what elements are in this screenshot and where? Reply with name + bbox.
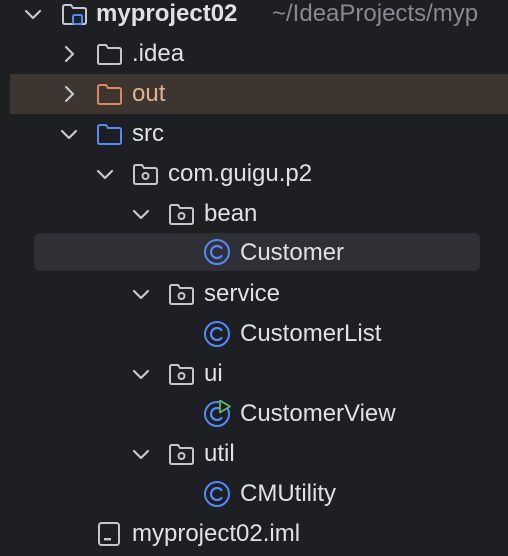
package-icon	[133, 164, 158, 185]
chevron-down-icon[interactable]	[94, 163, 116, 185]
tree-row-cm-utility[interactable]: CMUtility	[0, 474, 508, 514]
module-file-icon	[98, 522, 120, 546]
node-label-service: service	[204, 280, 281, 307]
package-icon	[169, 284, 194, 305]
project-path: ~/IdeaProjects/myp	[272, 0, 479, 27]
class-icon	[204, 239, 230, 265]
project-tree: myproject02 ~/IdeaProjects/myp .idea out…	[0, 0, 508, 556]
tree-row-customer-view[interactable]: CustomerView	[0, 394, 508, 434]
tree-row-src[interactable]: src	[0, 114, 508, 154]
package-icon	[169, 204, 194, 225]
module-folder-icon	[62, 4, 87, 25]
excluded-folder-icon	[97, 84, 122, 105]
node-label-package: com.guigu.p2	[168, 160, 313, 187]
node-label-customer-view: CustomerView	[240, 400, 396, 427]
chevron-down-icon[interactable]	[130, 363, 152, 385]
tree-row-out[interactable]: out	[10, 74, 508, 114]
chevron-down-icon[interactable]	[130, 443, 152, 465]
node-label-idea: .idea	[132, 40, 185, 67]
chevron-down-icon[interactable]	[130, 283, 152, 305]
node-label-customer-list: CustomerList	[240, 320, 382, 347]
node-label-bean: bean	[204, 200, 258, 227]
chevron-down-icon[interactable]	[58, 123, 80, 145]
tree-row-ui[interactable]: ui	[0, 354, 508, 394]
node-label-iml: myproject02.iml	[132, 520, 301, 547]
tree-row-customer[interactable]: Customer	[0, 233, 508, 273]
node-label-customer: Customer	[240, 239, 345, 266]
source-folder-icon	[97, 124, 122, 145]
node-label-ui: ui	[204, 360, 223, 387]
runnable-class-icon	[204, 400, 231, 427]
tree-row-idea[interactable]: .idea	[0, 34, 508, 74]
node-label-cm-utility: CMUtility	[240, 480, 336, 507]
tree-row-iml[interactable]: myproject02.iml	[0, 514, 508, 554]
tree-row-project-root[interactable]: myproject02 ~/IdeaProjects/myp	[0, 0, 508, 34]
tree-row-service[interactable]: service	[0, 274, 508, 314]
class-icon	[204, 321, 230, 347]
chevron-right-icon[interactable]	[58, 83, 80, 105]
tree-row-util[interactable]: util	[0, 434, 508, 474]
chevron-down-icon[interactable]	[130, 203, 152, 225]
tree-row-package[interactable]: com.guigu.p2	[0, 154, 508, 194]
package-icon	[169, 444, 194, 465]
tree-row-customer-list[interactable]: CustomerList	[0, 314, 508, 354]
chevron-down-icon[interactable]	[22, 3, 44, 25]
chevron-right-icon[interactable]	[58, 43, 80, 65]
project-name: myproject02	[96, 0, 238, 27]
tree-row-bean[interactable]: bean	[0, 194, 508, 234]
class-icon	[204, 481, 230, 507]
node-label-src: src	[132, 120, 164, 147]
package-icon	[169, 364, 194, 385]
node-label-util: util	[204, 440, 235, 467]
folder-icon	[97, 44, 122, 65]
node-label-out: out	[132, 80, 166, 107]
